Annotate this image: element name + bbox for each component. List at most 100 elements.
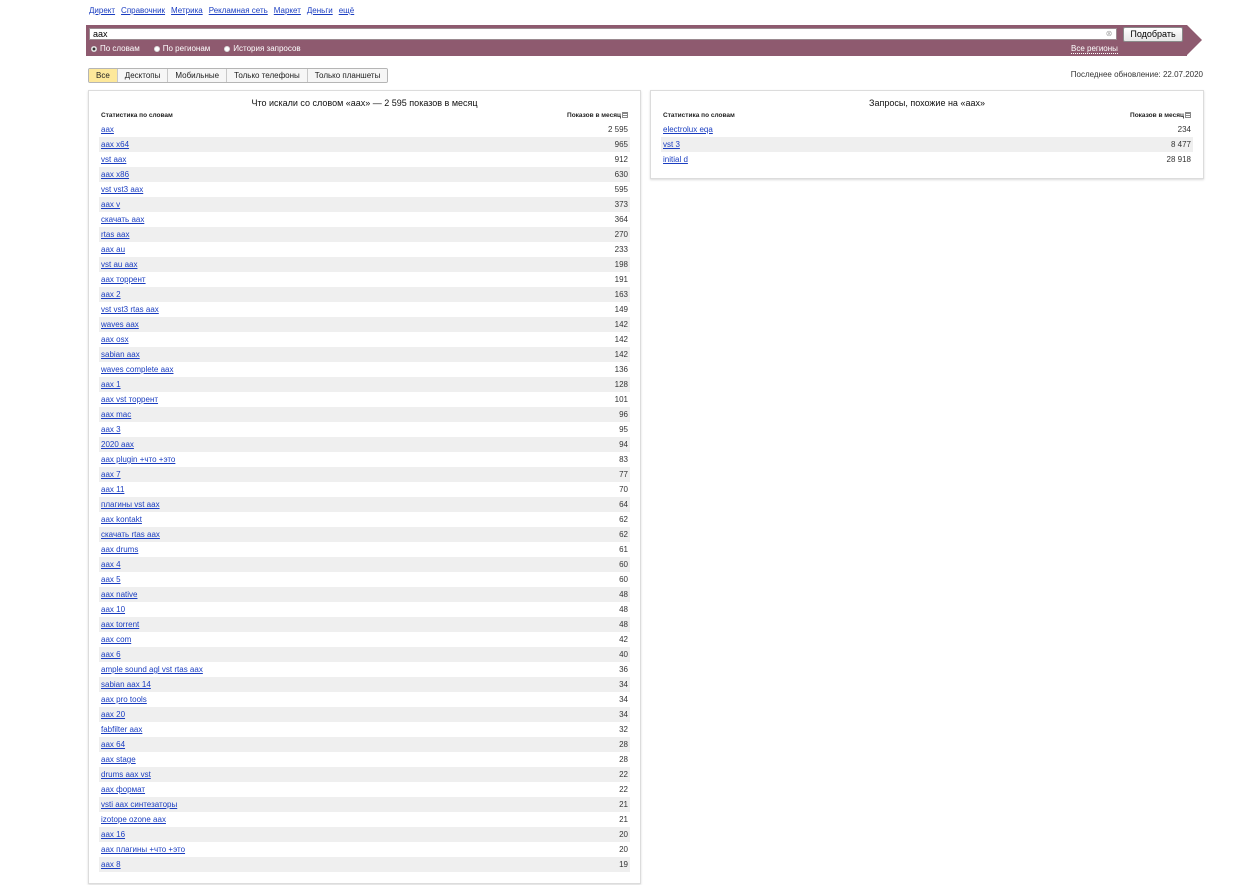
shows-count: 128: [614, 380, 628, 389]
phrase-link[interactable]: vst vst3 aax: [101, 185, 143, 194]
phrase-link[interactable]: ample sound agl vst rtas aax: [101, 665, 203, 674]
phrase-link[interactable]: waves complete aax: [101, 365, 173, 374]
phrase-link[interactable]: initial d: [663, 155, 688, 164]
radio-icon[interactable]: [153, 45, 160, 52]
phrase-link[interactable]: скачать aax: [101, 215, 144, 224]
sort-icon[interactable]: [1185, 112, 1191, 118]
table-row: aax 2 595: [99, 122, 630, 137]
clear-icon[interactable]: ⊗: [1105, 30, 1113, 38]
shows-count: 21: [619, 815, 628, 824]
phrase-link[interactable]: плагины vst aax: [101, 500, 160, 509]
shows-count: 70: [619, 485, 628, 494]
phrase-link[interactable]: vst vst3 rtas aax: [101, 305, 159, 314]
all-regions-link[interactable]: Все регионы: [1071, 44, 1118, 54]
tab-desktops[interactable]: Десктопы: [116, 69, 168, 82]
phrase-link[interactable]: 2020 aax: [101, 440, 134, 449]
phrase-link[interactable]: aax kontakt: [101, 515, 142, 524]
phrase-link[interactable]: izotope ozone aax: [101, 815, 166, 824]
radio-checked-icon[interactable]: [91, 45, 97, 52]
phrase-link[interactable]: vst 3: [663, 140, 680, 149]
phrase-link[interactable]: electrolux eqa: [663, 125, 713, 134]
sort-icon[interactable]: [622, 112, 628, 118]
phrase-link[interactable]: aax 10: [101, 605, 125, 614]
table-row: aax au 233: [99, 242, 630, 257]
table-row: aax 4 60: [99, 557, 630, 572]
phrase-link[interactable]: vst aax: [101, 155, 126, 164]
phrase-link[interactable]: fabfilter aax: [101, 725, 142, 734]
tab-all[interactable]: Все: [89, 69, 117, 82]
shows-count: 34: [619, 710, 628, 719]
phrase-link[interactable]: rtas aax: [101, 230, 129, 239]
shows-count: 32: [619, 725, 628, 734]
tab-phones-only[interactable]: Только телефоны: [226, 69, 307, 82]
phrase-link[interactable]: waves aax: [101, 320, 139, 329]
phrase-link[interactable]: vst au aax: [101, 260, 137, 269]
phrase-link[interactable]: aax 11: [101, 485, 124, 494]
shows-count: 40: [619, 650, 628, 659]
phrase-link[interactable]: aax 64: [101, 740, 125, 749]
tab-tablets-only[interactable]: Только планшеты: [306, 69, 388, 82]
phrase-link[interactable]: aax 2: [101, 290, 121, 299]
phrase-link[interactable]: aax v: [101, 200, 120, 209]
phrase-link[interactable]: aax osx: [101, 335, 129, 344]
nav-link[interactable]: Справочник: [121, 6, 165, 15]
radio-label: История запросов: [233, 44, 301, 53]
phrase-link[interactable]: aax x86: [101, 170, 129, 179]
phrase-link[interactable]: aax торрент: [101, 275, 146, 284]
phrase-link[interactable]: sabian aax 14: [101, 680, 151, 689]
phrase-link[interactable]: aax drums: [101, 545, 138, 554]
phrase-link[interactable]: sabian aax: [101, 350, 140, 359]
table-row: vst vst3 rtas aax 149: [99, 302, 630, 317]
nav-link[interactable]: Рекламная сеть: [209, 6, 268, 15]
keyword-stats-panel: Что искали со словом «аах» — 2 595 показ…: [88, 90, 641, 884]
panel-title: Запросы, похожие на «аах»: [869, 98, 985, 108]
search-input[interactable]: [89, 28, 1117, 40]
shows-count: 34: [619, 680, 628, 689]
phrase-link[interactable]: aax 16: [101, 830, 125, 839]
phrase-link[interactable]: aax au: [101, 245, 125, 254]
nav-link[interactable]: ещё: [339, 6, 354, 15]
phrase-link[interactable]: aax 5: [101, 575, 121, 584]
phrase-link[interactable]: aax torrent: [101, 620, 139, 629]
radio-icon[interactable]: [224, 45, 231, 52]
shows-count: 64: [619, 500, 628, 509]
radio-history[interactable]: История запросов: [224, 44, 301, 53]
phrase-link[interactable]: drums aax vst: [101, 770, 151, 779]
shows-count: 60: [619, 560, 628, 569]
nav-link[interactable]: Маркет: [274, 6, 301, 15]
phrase-link[interactable]: aax native: [101, 590, 137, 599]
phrase-link[interactable]: aax плагины +что +это: [101, 845, 185, 854]
phrase-link[interactable]: aax com: [101, 635, 131, 644]
table-row: aax плагины +что +это 20: [99, 842, 630, 857]
shows-count: 630: [614, 170, 628, 179]
phrase-link[interactable]: aax mac: [101, 410, 131, 419]
phrase-link[interactable]: aax 6: [101, 650, 121, 659]
phrase-link[interactable]: скачать rtas aax: [101, 530, 160, 539]
phrase-link[interactable]: aax 20: [101, 710, 125, 719]
phrase-link[interactable]: aax 8: [101, 860, 121, 869]
phrase-link[interactable]: aax pro tools: [101, 695, 147, 704]
table-row: aax 64 28: [99, 737, 630, 752]
phrase-link[interactable]: aax plugin +что +это: [101, 455, 175, 464]
phrase-link[interactable]: aax stage: [101, 755, 136, 764]
phrase-link[interactable]: aax vst торрент: [101, 395, 158, 404]
nav-link[interactable]: Деньги: [307, 6, 333, 15]
tab-mobile[interactable]: Мобильные: [167, 69, 227, 82]
phrase-link[interactable]: aax 7: [101, 470, 121, 479]
shows-count: 101: [614, 395, 628, 404]
phrase-link[interactable]: aax: [101, 125, 114, 134]
phrase-link[interactable]: vsti aax синтезаторы: [101, 800, 177, 809]
phrase-link[interactable]: aax формат: [101, 785, 145, 794]
shows-count: 364: [614, 215, 628, 224]
nav-link[interactable]: Метрика: [171, 6, 203, 15]
nav-link[interactable]: Директ: [89, 6, 115, 15]
shows-count: 595: [614, 185, 628, 194]
phrase-link[interactable]: aax x64: [101, 140, 129, 149]
phrase-link[interactable]: aax 1: [101, 380, 121, 389]
radio-by-words[interactable]: По словам: [91, 44, 140, 53]
phrase-link[interactable]: aax 4: [101, 560, 121, 569]
phrase-link[interactable]: aax 3: [101, 425, 121, 434]
radio-by-regions[interactable]: По регионам: [153, 44, 210, 53]
table-row: aax 8 19: [99, 857, 630, 872]
submit-button[interactable]: Подобрать: [1123, 27, 1183, 42]
